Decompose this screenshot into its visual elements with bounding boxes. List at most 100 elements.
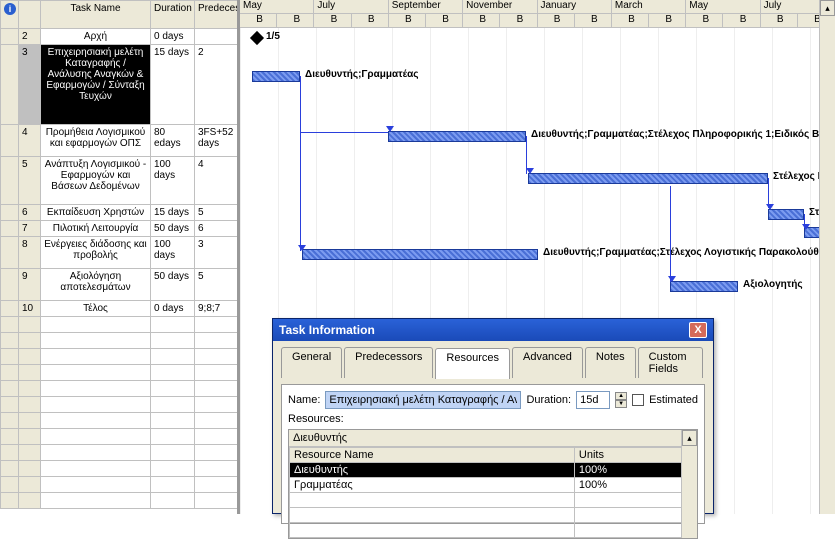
task-pred-cell[interactable]: 9;8;7 bbox=[195, 301, 241, 317]
task-name-cell[interactable]: Επιχειρησιακή μελέτη Καταγραφής / Ανάλυσ… bbox=[41, 45, 151, 125]
resources-label: Resources: bbox=[288, 413, 698, 425]
empty-row[interactable] bbox=[1, 445, 241, 461]
task-row[interactable]: 6Εκπαίδευση Χρηστών15 days5 bbox=[1, 205, 241, 221]
col-predecessors-header[interactable]: Predecessors bbox=[195, 1, 241, 29]
sub-cell: B bbox=[612, 14, 649, 28]
empty-row[interactable] bbox=[1, 413, 241, 429]
gantt-bar[interactable] bbox=[670, 281, 738, 292]
task-pred-cell[interactable]: 3 bbox=[195, 237, 241, 269]
empty-row[interactable] bbox=[1, 477, 241, 493]
task-row[interactable]: 2Αρχή0 days bbox=[1, 29, 241, 45]
scroll-up-button[interactable]: ▴ bbox=[682, 430, 697, 446]
dependency-line bbox=[670, 186, 671, 282]
task-row[interactable]: 5Ανάπτυξη Λογισμικού - Εφαρμογών και Βάσ… bbox=[1, 157, 241, 205]
empty-row[interactable] bbox=[1, 333, 241, 349]
resources-grid[interactable]: Διευθυντής Resource Name Units Διευθυντή… bbox=[288, 429, 698, 539]
milestone-icon[interactable] bbox=[250, 31, 264, 45]
empty-row[interactable] bbox=[1, 349, 241, 365]
gantt-bar[interactable] bbox=[252, 71, 300, 82]
task-row[interactable]: 7Πιλοτική Λειτουργία50 days6 bbox=[1, 221, 241, 237]
close-icon[interactable]: X bbox=[689, 322, 707, 338]
empty-resource-row[interactable] bbox=[290, 508, 697, 523]
gantt-bar[interactable] bbox=[528, 173, 768, 184]
task-duration-cell[interactable]: 80 edays bbox=[151, 125, 195, 157]
tab-predecessors[interactable]: Predecessors bbox=[344, 347, 433, 378]
empty-row[interactable] bbox=[1, 397, 241, 413]
empty-resource-row[interactable] bbox=[290, 493, 697, 508]
task-name-cell[interactable]: Αξιολόγηση αποτελεσμάτων bbox=[41, 269, 151, 301]
resource-units-cell[interactable]: 100% bbox=[574, 463, 696, 478]
task-pred-cell[interactable]: 2 bbox=[195, 45, 241, 125]
task-row[interactable]: 10Τέλος0 days9;8;7 bbox=[1, 301, 241, 317]
res-col-units[interactable]: Units bbox=[574, 448, 696, 463]
task-name-cell[interactable]: Ανάπτυξη Λογισμικού - Εφαρμογών και Βάσε… bbox=[41, 157, 151, 205]
tab-advanced[interactable]: Advanced bbox=[512, 347, 583, 378]
resource-name-cell[interactable]: Γραμματέας bbox=[290, 478, 575, 493]
duration-spinner[interactable]: ▲ ▼ bbox=[615, 392, 627, 408]
resource-name-cell[interactable]: Διευθυντής bbox=[290, 463, 575, 478]
resource-row[interactable]: Διευθυντής100% bbox=[290, 463, 697, 478]
task-name-cell[interactable]: Εκπαίδευση Χρηστών bbox=[41, 205, 151, 221]
gantt-bar[interactable] bbox=[302, 249, 538, 260]
gantt-bar[interactable] bbox=[768, 209, 804, 220]
gantt-bar[interactable] bbox=[388, 131, 526, 142]
duration-input[interactable] bbox=[576, 391, 610, 409]
task-row[interactable]: 8Ενέργειες διάδοσης και προβολής100 days… bbox=[1, 237, 241, 269]
empty-row[interactable] bbox=[1, 493, 241, 509]
task-id-cell: 6 bbox=[19, 205, 41, 221]
task-row[interactable]: 9Αξιολόγηση αποτελεσμάτων50 days5 bbox=[1, 269, 241, 301]
sub-cell: B bbox=[314, 14, 351, 28]
vertical-scrollbar[interactable]: ▴ bbox=[819, 0, 835, 514]
estimated-checkbox[interactable] bbox=[632, 394, 644, 406]
tab-custom-fields[interactable]: Custom Fields bbox=[638, 347, 703, 378]
res-col-name[interactable]: Resource Name bbox=[290, 448, 575, 463]
task-duration-cell[interactable]: 0 days bbox=[151, 301, 195, 317]
empty-row[interactable] bbox=[1, 429, 241, 445]
duration-label: Duration: bbox=[526, 394, 571, 406]
task-pred-cell[interactable]: 5 bbox=[195, 205, 241, 221]
task-duration-cell[interactable]: 100 days bbox=[151, 237, 195, 269]
task-pred-cell[interactable]: 4 bbox=[195, 157, 241, 205]
task-duration-cell[interactable]: 50 days bbox=[151, 269, 195, 301]
task-row[interactable]: 3Επιχειρησιακή μελέτη Καταγραφής / Ανάλυ… bbox=[1, 45, 241, 125]
col-info-header[interactable]: i bbox=[1, 1, 19, 29]
resources-scrollbar[interactable]: ▴ bbox=[681, 430, 697, 538]
resource-row[interactable]: Γραμματέας100% bbox=[290, 478, 697, 493]
task-name-cell[interactable]: Ενέργειες διάδοσης και προβολής bbox=[41, 237, 151, 269]
dialog-titlebar[interactable]: Task Information X bbox=[273, 319, 713, 341]
col-id-header[interactable] bbox=[19, 1, 41, 29]
task-duration-cell[interactable]: 15 days bbox=[151, 45, 195, 125]
task-duration-cell[interactable]: 0 days bbox=[151, 29, 195, 45]
tab-resources[interactable]: Resources bbox=[435, 348, 510, 379]
col-name-header[interactable]: Task Name bbox=[41, 1, 151, 29]
sub-cell: B bbox=[723, 14, 760, 28]
month-cell: May bbox=[686, 0, 760, 14]
task-duration-cell[interactable]: 50 days bbox=[151, 221, 195, 237]
task-name-cell[interactable]: Πιλοτική Λειτουργία bbox=[41, 221, 151, 237]
task-name-cell[interactable]: Προμήθεια Λογισμικού και εφαρμογών ΟΠΣ bbox=[41, 125, 151, 157]
task-duration-cell[interactable]: 100 days bbox=[151, 157, 195, 205]
task-pred-cell[interactable] bbox=[195, 29, 241, 45]
task-pred-cell[interactable]: 3FS+52 days bbox=[195, 125, 241, 157]
empty-row[interactable] bbox=[1, 317, 241, 333]
tab-general[interactable]: General bbox=[281, 347, 342, 378]
gantt-bar-label: Αξιολογητής bbox=[740, 279, 803, 290]
empty-row[interactable] bbox=[1, 365, 241, 381]
task-pred-cell[interactable]: 5 bbox=[195, 269, 241, 301]
task-pred-cell[interactable]: 6 bbox=[195, 221, 241, 237]
tab-notes[interactable]: Notes bbox=[585, 347, 636, 378]
task-table[interactable]: i Task Name Duration Predecessors 2Αρχή0… bbox=[0, 0, 240, 509]
task-duration-cell[interactable]: 15 days bbox=[151, 205, 195, 221]
task-name-input[interactable] bbox=[325, 391, 521, 409]
resource-units-cell[interactable]: 100% bbox=[574, 478, 696, 493]
task-name-cell[interactable]: Τέλος bbox=[41, 301, 151, 317]
scroll-up-button[interactable]: ▴ bbox=[820, 0, 835, 16]
col-duration-header[interactable]: Duration bbox=[151, 1, 195, 29]
task-row[interactable]: 4Προμήθεια Λογισμικού και εφαρμογών ΟΠΣ8… bbox=[1, 125, 241, 157]
empty-row[interactable] bbox=[1, 381, 241, 397]
empty-resource-row[interactable] bbox=[290, 523, 697, 538]
spin-up-icon[interactable]: ▲ bbox=[615, 392, 627, 400]
empty-row[interactable] bbox=[1, 461, 241, 477]
spin-down-icon[interactable]: ▼ bbox=[615, 400, 627, 408]
task-name-cell[interactable]: Αρχή bbox=[41, 29, 151, 45]
